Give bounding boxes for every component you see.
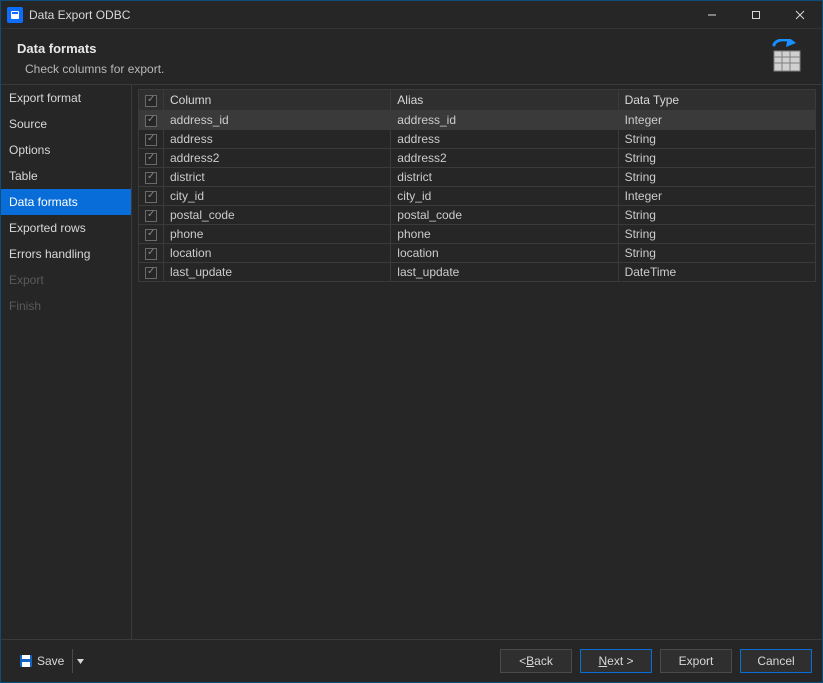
cell-column[interactable]: district <box>164 168 391 187</box>
header-check[interactable] <box>139 90 164 111</box>
cell-alias[interactable]: address2 <box>391 149 618 168</box>
footer: Save < Back Next > Export Cancel <box>1 640 822 682</box>
checkbox-icon[interactable] <box>145 248 157 260</box>
chevron-down-icon <box>77 658 84 665</box>
row-checkbox-cell[interactable] <box>139 149 164 168</box>
table-row[interactable]: last_updatelast_updateDateTime <box>139 263 816 282</box>
save-button[interactable]: Save <box>11 649 72 673</box>
cell-alias[interactable]: address <box>391 130 618 149</box>
cancel-button[interactable]: Cancel <box>740 649 812 673</box>
page-title: Data formats <box>17 41 164 56</box>
sidebar-item-exported-rows[interactable]: Exported rows <box>1 215 131 241</box>
checkbox-icon[interactable] <box>145 267 157 279</box>
checkbox-icon[interactable] <box>145 191 157 203</box>
table-row[interactable]: address_idaddress_idInteger <box>139 111 816 130</box>
row-checkbox-cell[interactable] <box>139 244 164 263</box>
table-row[interactable]: locationlocationString <box>139 244 816 263</box>
cell-alias[interactable]: address_id <box>391 111 618 130</box>
cell-column[interactable]: address_id <box>164 111 391 130</box>
table-row[interactable]: districtdistrictString <box>139 168 816 187</box>
back-button[interactable]: < Back <box>500 649 572 673</box>
content: Column Alias Data Type address_idaddress… <box>132 85 822 639</box>
check-all-icon[interactable] <box>145 95 157 107</box>
cell-datatype[interactable]: String <box>618 149 815 168</box>
cell-datatype[interactable]: String <box>618 244 815 263</box>
cell-alias[interactable]: district <box>391 168 618 187</box>
row-checkbox-cell[interactable] <box>139 225 164 244</box>
window: Data Export ODBC Data formats Check colu… <box>0 0 823 683</box>
cell-column[interactable]: last_update <box>164 263 391 282</box>
cell-datatype[interactable]: DateTime <box>618 263 815 282</box>
row-checkbox-cell[interactable] <box>139 111 164 130</box>
sidebar-item-source[interactable]: Source <box>1 111 131 137</box>
table-row[interactable]: city_idcity_idInteger <box>139 187 816 206</box>
row-checkbox-cell[interactable] <box>139 187 164 206</box>
header-datatype[interactable]: Data Type <box>618 90 815 111</box>
cell-datatype[interactable]: Integer <box>618 187 815 206</box>
header-column[interactable]: Column <box>164 90 391 111</box>
table-row[interactable]: addressaddressString <box>139 130 816 149</box>
export-button[interactable]: Export <box>660 649 732 673</box>
cell-column[interactable]: location <box>164 244 391 263</box>
checkbox-icon[interactable] <box>145 210 157 222</box>
app-icon <box>7 7 23 23</box>
cell-alias[interactable]: postal_code <box>391 206 618 225</box>
cell-datatype[interactable]: Integer <box>618 111 815 130</box>
body: Export formatSourceOptionsTableData form… <box>1 84 822 640</box>
save-dropdown-button[interactable] <box>72 649 88 673</box>
cell-datatype[interactable]: String <box>618 168 815 187</box>
next-button[interactable]: Next > <box>580 649 652 673</box>
header: Data formats Check columns for export. <box>1 29 822 84</box>
sidebar-item-export-format[interactable]: Export format <box>1 85 131 111</box>
sidebar-item-export: Export <box>1 267 131 293</box>
cell-alias[interactable]: phone <box>391 225 618 244</box>
save-icon <box>19 654 33 668</box>
row-checkbox-cell[interactable] <box>139 130 164 149</box>
sidebar-item-options[interactable]: Options <box>1 137 131 163</box>
table-row[interactable]: phonephoneString <box>139 225 816 244</box>
sidebar-item-table[interactable]: Table <box>1 163 131 189</box>
table-header-row: Column Alias Data Type <box>139 90 816 111</box>
header-alias[interactable]: Alias <box>391 90 618 111</box>
checkbox-icon[interactable] <box>145 115 157 127</box>
sidebar-item-data-formats[interactable]: Data formats <box>1 189 131 215</box>
maximize-button[interactable] <box>734 1 778 29</box>
sidebar: Export formatSourceOptionsTableData form… <box>1 85 132 639</box>
page-subtitle: Check columns for export. <box>25 62 164 76</box>
cell-alias[interactable]: location <box>391 244 618 263</box>
cell-datatype[interactable]: String <box>618 206 815 225</box>
cell-datatype[interactable]: String <box>618 130 815 149</box>
cell-alias[interactable]: last_update <box>391 263 618 282</box>
cell-column[interactable]: postal_code <box>164 206 391 225</box>
export-grid-icon <box>768 39 804 78</box>
cell-datatype[interactable]: String <box>618 225 815 244</box>
cell-column[interactable]: city_id <box>164 187 391 206</box>
window-title: Data Export ODBC <box>29 8 130 22</box>
columns-table[interactable]: Column Alias Data Type address_idaddress… <box>138 89 816 282</box>
sidebar-item-finish: Finish <box>1 293 131 319</box>
checkbox-icon[interactable] <box>145 153 157 165</box>
sidebar-item-errors-handling[interactable]: Errors handling <box>1 241 131 267</box>
cell-column[interactable]: address2 <box>164 149 391 168</box>
checkbox-icon[interactable] <box>145 172 157 184</box>
cell-column[interactable]: address <box>164 130 391 149</box>
cell-column[interactable]: phone <box>164 225 391 244</box>
table-row[interactable]: address2address2String <box>139 149 816 168</box>
table-row[interactable]: postal_codepostal_codeString <box>139 206 816 225</box>
row-checkbox-cell[interactable] <box>139 263 164 282</box>
row-checkbox-cell[interactable] <box>139 168 164 187</box>
save-split-button[interactable]: Save <box>11 649 88 673</box>
header-text: Data formats Check columns for export. <box>17 41 164 76</box>
cell-alias[interactable]: city_id <box>391 187 618 206</box>
close-button[interactable] <box>778 1 822 29</box>
minimize-button[interactable] <box>690 1 734 29</box>
checkbox-icon[interactable] <box>145 229 157 241</box>
titlebar: Data Export ODBC <box>1 1 822 29</box>
titlebar-controls <box>690 1 822 29</box>
row-checkbox-cell[interactable] <box>139 206 164 225</box>
save-label: Save <box>37 654 64 668</box>
checkbox-icon[interactable] <box>145 134 157 146</box>
